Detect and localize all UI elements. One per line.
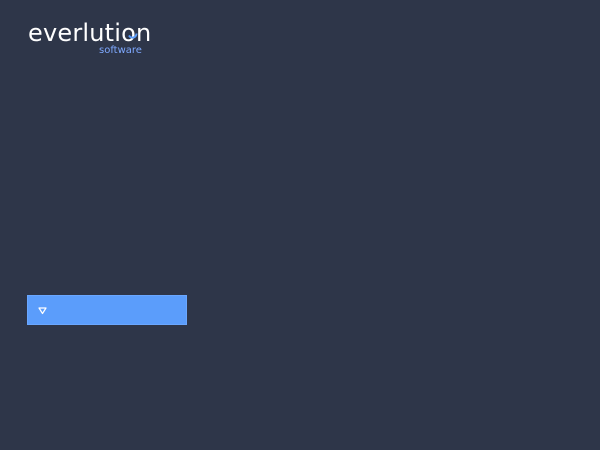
everlution-logo: everlution software xyxy=(28,18,151,58)
logo-accent-arc-icon xyxy=(128,33,138,39)
selector-dropdown[interactable] xyxy=(27,295,187,325)
caret-down-icon xyxy=(38,307,47,315)
logo-tagline: software xyxy=(99,45,142,56)
